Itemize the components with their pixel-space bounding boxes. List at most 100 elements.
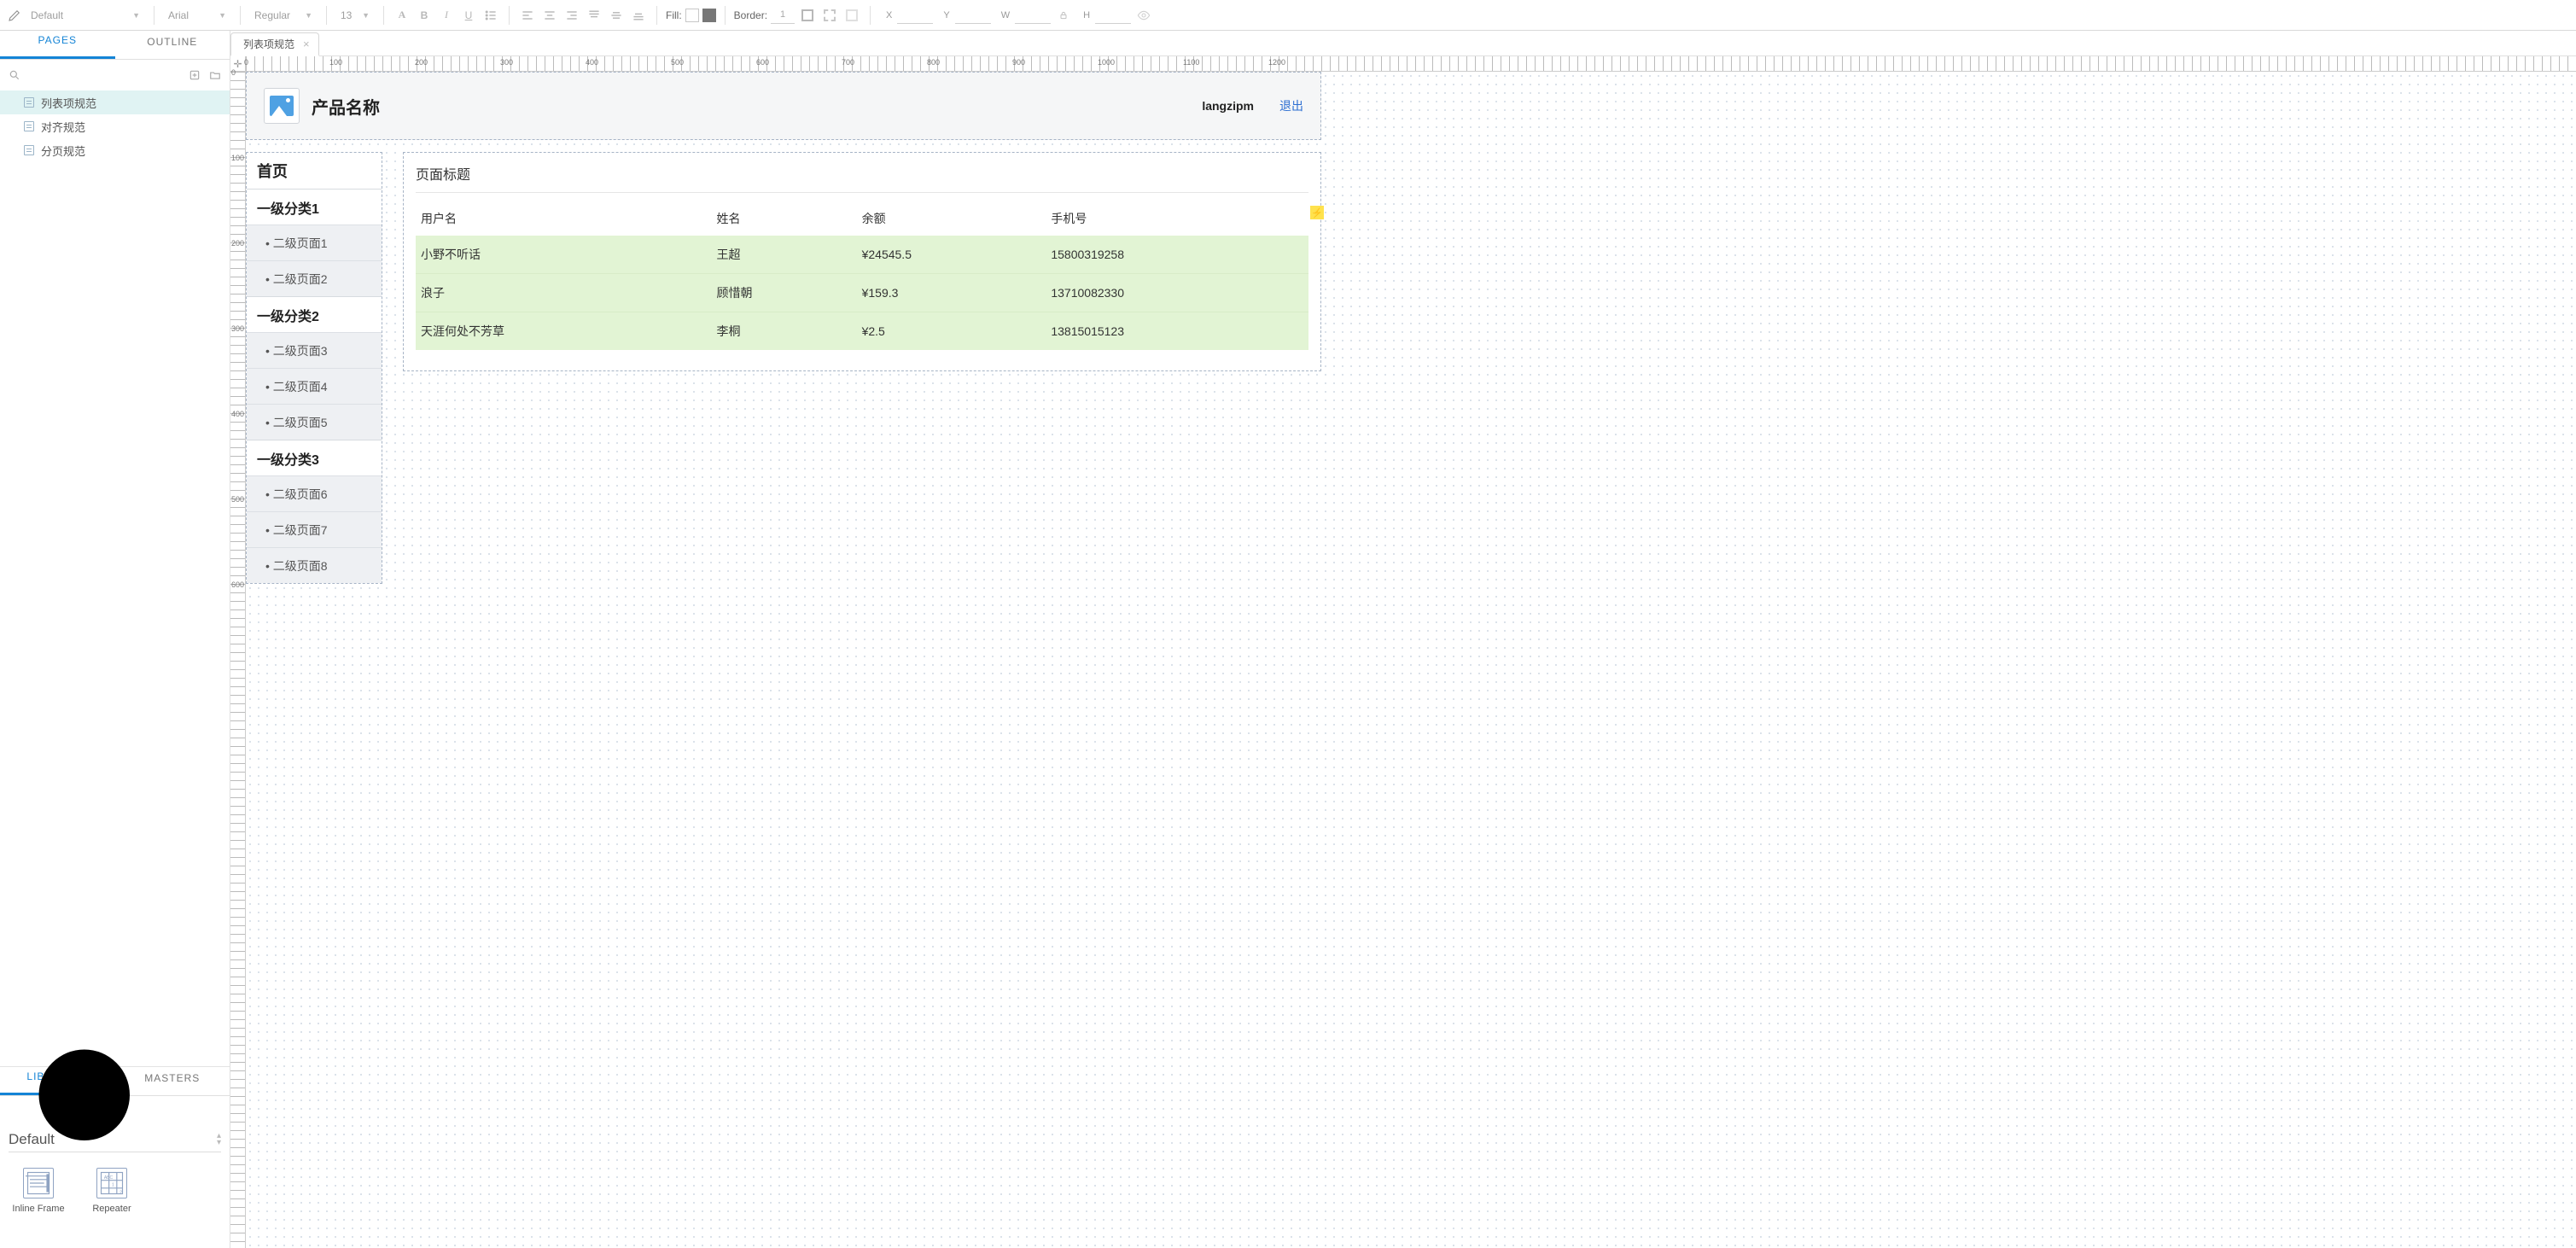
widget-tile[interactable]: ABC12 Repeater <box>79 1168 145 1214</box>
prototype-root[interactable]: 产品名称 langzipm 退出 首页一级分类1• 二级页面1• 二级页面2一级… <box>246 72 1321 584</box>
logout-link[interactable]: 退出 <box>1279 97 1303 114</box>
table-header-row: 用户名姓名余额手机号 <box>416 201 1308 236</box>
bold-icon[interactable]: B <box>415 6 434 25</box>
ruler-tick: 0 <box>231 68 236 77</box>
border-full-icon[interactable] <box>798 6 817 25</box>
page-item[interactable]: 分页规范 <box>0 138 230 162</box>
table-cell: 13710082330 <box>1046 274 1308 312</box>
chevron-down-icon: ▼ <box>219 11 226 20</box>
table-cell: 小野不听话 <box>416 236 712 274</box>
tab-outline[interactable]: OUTLINE <box>115 31 230 59</box>
bullet-list-icon[interactable] <box>481 6 500 25</box>
prototype-header[interactable]: 产品名称 langzipm 退出 <box>246 72 1321 140</box>
table-cell: 天涯何处不芳草 <box>416 312 712 351</box>
fill-none-swatch[interactable] <box>685 9 699 22</box>
header-username: langzipm <box>1202 99 1254 113</box>
widget-tile[interactable]: Inline Frame <box>5 1168 72 1214</box>
ruler-tick: 900 <box>1012 58 1025 67</box>
border-dash-icon[interactable] <box>820 6 839 25</box>
interaction-badge-icon[interactable]: ⚡ <box>1310 206 1324 219</box>
close-icon[interactable]: × <box>303 38 310 50</box>
underline-icon[interactable]: U <box>459 6 478 25</box>
ruler-tick: 100 <box>231 154 244 162</box>
sidebar-item[interactable]: • 二级页面1 <box>247 225 382 260</box>
image-icon <box>270 96 294 116</box>
valign-top-icon[interactable] <box>585 6 603 25</box>
library-select[interactable]: Default ▴▾ <box>9 1127 221 1152</box>
tab-outline-label: OUTLINE <box>147 36 197 48</box>
product-name: 产品名称 <box>312 94 380 119</box>
table-cell: 李桐 <box>712 312 857 351</box>
svg-text:2: 2 <box>119 1191 122 1196</box>
y-input[interactable] <box>955 7 991 24</box>
fill-color-swatch[interactable] <box>702 9 716 22</box>
ruler-tick: 400 <box>586 58 598 67</box>
prototype-sidebar[interactable]: 首页一级分类1• 二级页面1• 二级页面2一级分类2• 二级页面3• 二级页面4… <box>246 152 382 584</box>
table-row[interactable]: 浪子顾惜朝¥159.313710082330 <box>416 274 1308 312</box>
font-size-value: 13 <box>341 9 352 21</box>
x-input[interactable] <box>897 7 933 24</box>
edit-style-icon[interactable] <box>7 8 22 23</box>
table-row[interactable]: 小野不听话王超¥24545.515800319258 <box>416 236 1308 274</box>
italic-icon[interactable]: I <box>437 6 456 25</box>
h-input[interactable] <box>1095 7 1131 24</box>
table-header-cell: 手机号 <box>1046 201 1308 236</box>
sidebar-category[interactable]: 一级分类1 <box>247 189 382 225</box>
ruler-horizontal: 0100200300400500600700800900100011001200 <box>246 56 2576 72</box>
ruler-tick: 500 <box>231 495 244 504</box>
add-folder-icon[interactable] <box>209 69 221 81</box>
widget-icon: ABC12 <box>96 1168 127 1198</box>
document-tab[interactable]: 列表项规范 × <box>230 32 319 56</box>
table-row[interactable]: 天涯何处不芳草李桐¥2.513815015123 <box>416 312 1308 351</box>
prototype-main[interactable]: 页面标题 用户名姓名余额手机号 小野不听话王超¥24545.5158003192… <box>403 152 1321 371</box>
w-input[interactable] <box>1015 7 1051 24</box>
valign-bottom-icon[interactable] <box>629 6 648 25</box>
sidebar-item[interactable]: • 二级页面5 <box>247 404 382 440</box>
align-left-icon[interactable] <box>518 6 537 25</box>
table-cell: 13815015123 <box>1046 312 1308 351</box>
canvas-paper[interactable]: 产品名称 langzipm 退出 首页一级分类1• 二级页面1• 二级页面2一级… <box>246 72 2576 1248</box>
chevron-down-icon: ▼ <box>132 11 140 20</box>
chevron-down-icon: ▼ <box>362 11 370 20</box>
page-icon <box>24 121 34 131</box>
ruler-tick: 600 <box>756 58 769 67</box>
text-color-icon[interactable]: A <box>393 6 411 25</box>
pages-search[interactable] <box>9 69 180 81</box>
sidebar-item[interactable]: • 二级页面6 <box>247 475 382 511</box>
align-right-icon[interactable] <box>562 6 581 25</box>
tab-pages[interactable]: PAGES <box>0 31 115 59</box>
border-width-input[interactable] <box>771 7 795 24</box>
left-panel: PAGES OUTLINE 列表项规范 对齐规范 分页规范 LIBRARIES … <box>0 31 230 1248</box>
sidebar-item[interactable]: • 二级页面4 <box>247 368 382 404</box>
font-family-select[interactable]: Arial ▼ <box>163 5 231 26</box>
ruler-tick: 300 <box>500 58 513 67</box>
sidebar-item[interactable]: • 二级页面2 <box>247 260 382 296</box>
sidebar-category[interactable]: 一级分类2 <box>247 296 382 332</box>
page-icon <box>24 145 34 155</box>
sidebar-item-home[interactable]: 首页 <box>247 153 382 189</box>
product-logo[interactable] <box>264 88 300 124</box>
ruler-tick: 500 <box>671 58 684 67</box>
align-center-icon[interactable] <box>540 6 559 25</box>
ruler-tick: 200 <box>231 239 244 248</box>
add-page-icon[interactable] <box>189 69 201 81</box>
page-item[interactable]: 列表项规范 <box>0 90 230 114</box>
valign-middle-icon[interactable] <box>607 6 626 25</box>
page-item[interactable]: 对齐规范 <box>0 114 230 138</box>
ruler-tick: 800 <box>927 58 940 67</box>
fill-label: Fill: <box>666 9 682 21</box>
visibility-icon[interactable] <box>1134 6 1153 25</box>
library-select-value: Default <box>9 1131 55 1148</box>
sidebar-item[interactable]: • 二级页面7 <box>247 511 382 547</box>
border-label: Border: <box>734 9 767 21</box>
lock-ratio-icon[interactable] <box>1054 6 1073 25</box>
font-size-select[interactable]: 13 ▼ <box>335 5 375 26</box>
font-weight-select[interactable]: Regular ▼ <box>249 5 318 26</box>
sidebar-item[interactable]: • 二级页面3 <box>247 332 382 368</box>
style-preset-select[interactable]: Default ▼ <box>26 5 145 26</box>
border-none-icon[interactable] <box>842 6 861 25</box>
table-cell: 浪子 <box>416 274 712 312</box>
sidebar-item[interactable]: • 二级页面8 <box>247 547 382 583</box>
sidebar-category[interactable]: 一级分类3 <box>247 440 382 475</box>
ruler-tick: 100 <box>329 58 342 67</box>
